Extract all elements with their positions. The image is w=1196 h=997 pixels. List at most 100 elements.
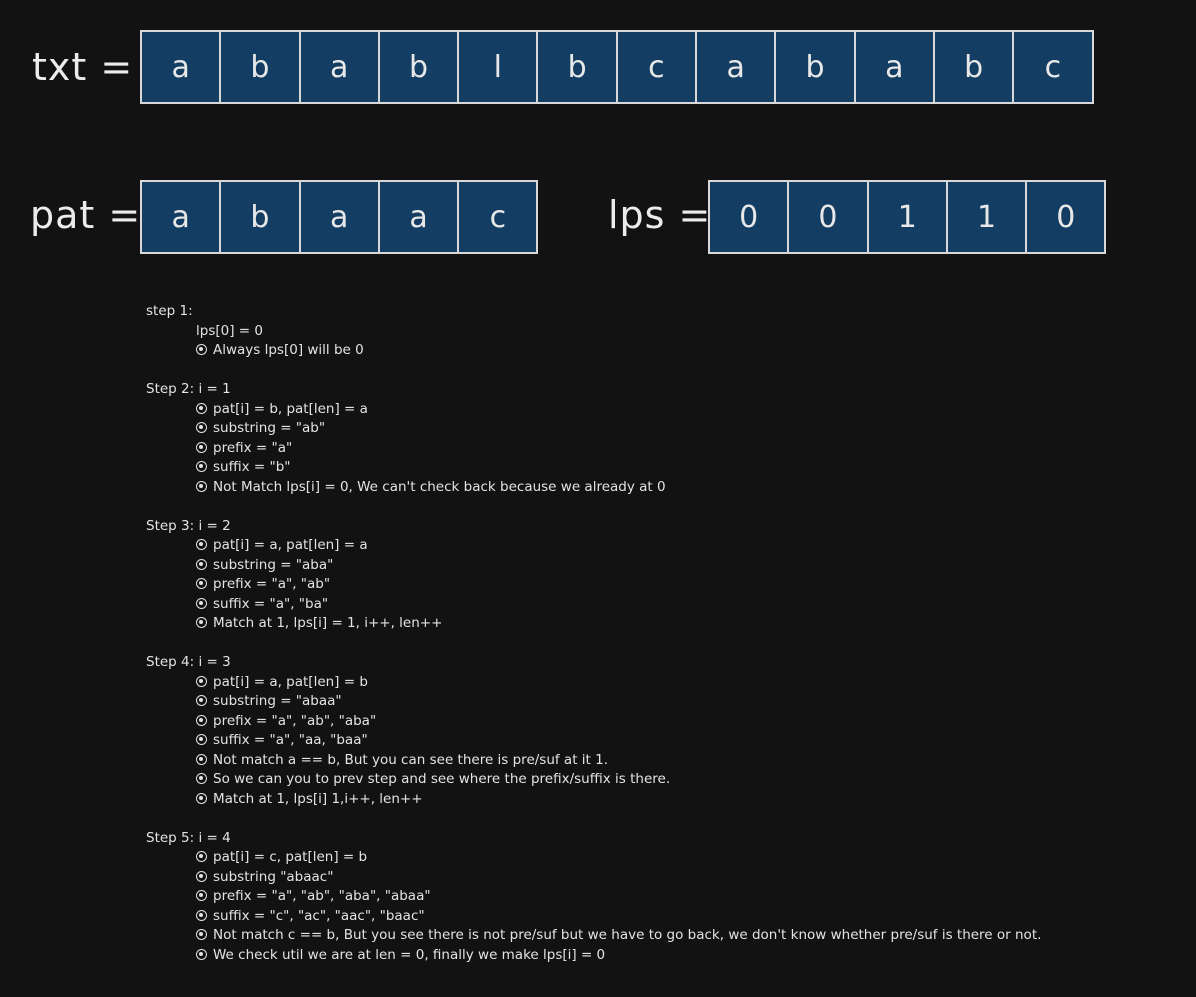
txt-cell: b: [932, 30, 1015, 104]
txt-cell: b: [219, 30, 301, 104]
txt-cell: a: [140, 30, 222, 104]
bullet-icon: [196, 773, 207, 784]
txt-cell: a: [853, 30, 935, 104]
step-bullet-text: Not match a == b, But you can see there …: [213, 751, 609, 768]
step-title: Step 4: i = 3: [146, 654, 231, 670]
step-bullet-item: Match at 1, lps[i] 1,i++, len++: [146, 790, 1186, 810]
step-block: Step 5: i = 4 pat[i] = c, pat[len] = b sub…: [146, 829, 1186, 966]
txt-cell: a: [298, 30, 380, 104]
lps-cell: 1: [866, 180, 948, 254]
txt-array: abablbcababc: [140, 30, 1094, 104]
step-bullet-text: prefix = "a", "ab", "aba", "abaa": [213, 888, 431, 904]
step-bullet-text: prefix = "a", "ab", "aba": [213, 712, 377, 729]
step-title: Step 3: i = 2: [146, 517, 231, 534]
step-bullet-item: suffix = "a", "ba": [146, 595, 1186, 615]
step-bullet-item: prefix = "a": [146, 439, 1186, 459]
step-title: step 1:: [146, 303, 193, 319]
step-bullet-item: Not match c == b, But you see there is n…: [146, 926, 1186, 946]
step-bullet-text: Match at 1, lps[i] = 1, i++, len++: [213, 615, 443, 631]
txt-cell: l: [457, 30, 539, 104]
bullet-icon: [196, 422, 207, 433]
bullet-icon: [196, 558, 207, 570]
step-bullet-item: pat[i] = a, pat[len] = a: [146, 536, 1186, 556]
step-bullet-item: Match at 1, lps[i] = 1, i++, len++: [146, 614, 1186, 634]
step-bullet-item: So we can you to prev step and see where…: [146, 770, 1186, 790]
txt-cell: c: [1012, 30, 1094, 104]
step-bullet-text: Always lps[0] will be 0: [213, 342, 364, 358]
bullet-icon: [196, 948, 207, 960]
bullet-icon: [196, 929, 207, 940]
txt-cell: a: [695, 30, 777, 104]
pat-cell: a: [298, 180, 380, 254]
bullet-icon: [196, 851, 207, 862]
step-bullet-text: substring "abaac": [213, 868, 334, 885]
lps-cell: 0: [787, 180, 869, 254]
bullet-icon: [196, 539, 207, 550]
pat-label: pat =: [30, 193, 142, 237]
bullet-icon: [196, 597, 207, 609]
step-bullet-item: prefix = "a", "ab", "aba", "abaa": [146, 887, 1186, 907]
pat-cell: a: [140, 180, 222, 254]
step-bullet-text: suffix = "c", "ac", "aac", "baac": [213, 907, 425, 924]
step-bullet-item: Always lps[0] will be 0: [146, 341, 1186, 361]
txt-cell: b: [774, 30, 856, 104]
step-bullet-text: Not match c == b, But you see there is n…: [213, 927, 1042, 943]
bullet-icon: [196, 675, 207, 687]
bullet-icon: [196, 909, 207, 921]
step-title: Step 2: i = 1: [146, 381, 231, 397]
step-bullet-text: substring = "ab": [213, 420, 326, 436]
step-bullet-text: We check util we are at len = 0, finally…: [213, 946, 606, 963]
bullet-icon: [196, 890, 207, 901]
bullet-icon: [196, 480, 207, 492]
step-bullet-text: pat[i] = c, pat[len] = b: [213, 849, 368, 865]
lps-cell: 1: [945, 180, 1028, 254]
step-bullet-item: pat[i] = c, pat[len] = b: [146, 848, 1186, 868]
txt-cell: b: [377, 30, 460, 104]
step-bullet-item: substring "abaac": [146, 868, 1186, 888]
bullet-icon: [196, 344, 207, 355]
step-bullet-text: Not Match lps[i] = 0, We can't check bac…: [213, 478, 666, 495]
step-bullet-item: substring = "abaa": [146, 692, 1186, 712]
bullet-icon: [196, 578, 207, 589]
bullet-icon: [196, 617, 207, 628]
step-bullet-item: prefix = "a", "ab": [146, 575, 1186, 595]
bullet-icon: [196, 695, 207, 706]
step-bullet-item: substring = "aba": [146, 556, 1186, 576]
step-bullet-text: pat[i] = a, pat[len] = b: [213, 673, 368, 690]
txt-cell: c: [615, 30, 698, 104]
step-bullet-text: pat[i] = a, pat[len] = a: [213, 537, 368, 553]
step-bullet-text: substring = "abaa": [213, 693, 342, 709]
step-bullet-item: substring = "ab": [146, 419, 1186, 439]
step-notes: step 1: lps[0] = 0 Always lps[0] will be 0…: [146, 302, 1186, 985]
lps-array: 00110: [708, 180, 1107, 254]
bullet-icon: [196, 792, 207, 804]
txt-label: txt =: [32, 45, 134, 89]
lps-cell: 0: [708, 180, 790, 254]
lps-label: lps =: [608, 193, 712, 237]
lps-cell: 0: [1025, 180, 1107, 254]
step-bullet-item: Not Match lps[i] = 0, We can't check bac…: [146, 478, 1186, 498]
step-bullet-text: suffix = "b": [213, 459, 291, 475]
bullet-icon: [196, 441, 207, 453]
step-bullet-item: Not match a == b, But you can see there …: [146, 751, 1186, 771]
txt-cell: b: [536, 30, 618, 104]
step-block: Step 4: i = 3 pat[i] = a, pat[len] = b sub…: [146, 653, 1186, 809]
bullet-icon: [196, 734, 207, 745]
step-bullet-text: Match at 1, lps[i] 1,i++, len++: [213, 790, 423, 807]
step-bullet-item: suffix = "c", "ac", "aac", "baac": [146, 907, 1186, 927]
step-bullet-item: We check util we are at len = 0, finally…: [146, 946, 1186, 966]
step-line: lps[0] = 0: [196, 322, 263, 339]
step-bullet-item: suffix = "a", "aa, "baa": [146, 731, 1186, 751]
bullet-icon: [196, 753, 207, 765]
step-bullet-text: suffix = "a", "aa, "baa": [213, 732, 368, 748]
step-bullet-item: suffix = "b": [146, 458, 1186, 478]
bullet-icon: [196, 461, 207, 472]
step-bullet-text: pat[i] = b, pat[len] = a: [213, 400, 368, 417]
pat-cell: c: [457, 180, 539, 254]
step-bullet-item: prefix = "a", "ab", "aba": [146, 712, 1186, 732]
step-title: Step 5: i = 4: [146, 829, 231, 846]
step-bullet-text: prefix = "a": [213, 439, 293, 456]
step-block: step 1: lps[0] = 0 Always lps[0] will be 0: [146, 302, 1186, 361]
step-bullet-text: substring = "aba": [213, 556, 334, 573]
step-block: Step 2: i = 1 pat[i] = b, pat[len] = a sub…: [146, 380, 1186, 497]
